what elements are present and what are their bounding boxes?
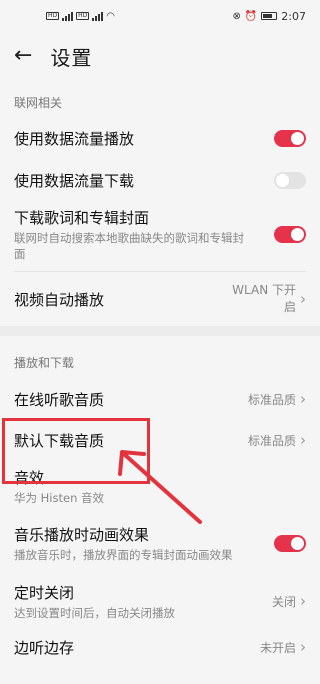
setting-download-quality[interactable]: 默认下载音质 标准品质 › xyxy=(0,419,320,461)
setting-subtitle: 播放音乐时，播放界面的专辑封面动画效果 xyxy=(14,547,233,562)
setting-download-lyrics-covers[interactable]: 下载歌词和专辑封面 联网时自动搜索本地歌曲缺失的歌词和专辑封面 xyxy=(0,203,320,265)
status-bar: HD HD ◠ ⊗ ⏰ 2:07 xyxy=(0,0,320,32)
setting-subtitle: 华为 Histen 音效 xyxy=(14,490,105,505)
chevron-right-icon: › xyxy=(300,290,306,308)
battery-icon xyxy=(261,12,278,20)
alarm-icon: ⏰ xyxy=(244,10,258,22)
setting-title: 视频自动播放 xyxy=(14,290,105,309)
setting-online-quality[interactable]: 在线听歌音质 标准品质 › xyxy=(0,379,320,419)
header: ← 设置 xyxy=(0,32,320,80)
setting-title: 默认下载音质 xyxy=(14,431,105,450)
signal-icon xyxy=(92,11,104,21)
hd-icon: HD xyxy=(76,12,90,20)
status-right: ⊗ ⏰ 2:07 xyxy=(232,10,306,23)
nfc-icon: ⊗ xyxy=(232,10,241,22)
chevron-right-icon: › xyxy=(300,638,306,656)
chevron-right-icon: › xyxy=(300,390,306,408)
setting-title: 使用数据流量播放 xyxy=(14,129,135,148)
section-label-network: 联网相关 xyxy=(14,96,63,110)
setting-title: 在线听歌音质 xyxy=(14,390,105,409)
setting-subtitle: 联网时自动搜索本地歌曲缺失的歌词和专辑封面 xyxy=(14,230,244,261)
setting-download-with-data[interactable]: 使用数据流量下载 xyxy=(0,157,320,203)
wifi-icon: ◠ xyxy=(106,10,116,22)
back-arrow-icon[interactable]: ← xyxy=(14,45,32,67)
setting-value: 关闭 › xyxy=(271,592,306,610)
toggle-switch[interactable] xyxy=(274,171,306,189)
setting-value: WLAN 下开启 › xyxy=(232,283,306,314)
section-gap xyxy=(0,326,320,336)
setting-title: 边听边存 xyxy=(14,638,75,657)
section-label-playback: 播放和下载 xyxy=(0,336,320,379)
setting-title: 音效 xyxy=(14,468,45,487)
setting-value: 未开启 › xyxy=(259,638,306,656)
status-time: 2:07 xyxy=(281,9,306,23)
page-title: 设置 xyxy=(50,45,93,70)
setting-title: 音乐播放时动画效果 xyxy=(14,525,150,544)
signal-icon xyxy=(62,11,74,21)
setting-title: 下载歌词和专辑封面 xyxy=(14,208,150,227)
setting-title: 使用数据流量下载 xyxy=(14,171,135,190)
setting-play-animation[interactable]: 音乐播放时动画效果 播放音乐时，播放界面的专辑封面动画效果 xyxy=(0,511,320,575)
setting-subtitle: 达到设置时间后，自动关闭播放 xyxy=(14,605,175,620)
toggle-switch[interactable] xyxy=(274,129,306,147)
setting-save-while-listening[interactable]: 边听边存 未开启 › xyxy=(0,627,320,667)
toggle-switch[interactable] xyxy=(274,534,306,552)
hd-icon: HD xyxy=(46,12,60,20)
setting-sleep-timer[interactable]: 定时关闭 达到设置时间后，自动关闭播放 关闭 › xyxy=(0,575,320,627)
chevron-right-icon: › xyxy=(300,592,306,610)
toggle-switch[interactable] xyxy=(274,225,306,243)
setting-play-with-data[interactable]: 使用数据流量播放 xyxy=(0,119,320,157)
chevron-right-icon: › xyxy=(300,431,306,449)
setting-title: 定时关闭 xyxy=(14,583,75,602)
signal-indicators: HD HD ◠ xyxy=(46,11,115,22)
setting-value: 标准品质 › xyxy=(247,390,306,408)
setting-sound-effect[interactable]: 音效 华为 Histen 音效 xyxy=(0,461,320,511)
setting-value: 标准品质 › xyxy=(247,431,306,449)
setting-video-autoplay[interactable]: 视频自动播放 WLAN 下开启 › xyxy=(0,272,320,326)
